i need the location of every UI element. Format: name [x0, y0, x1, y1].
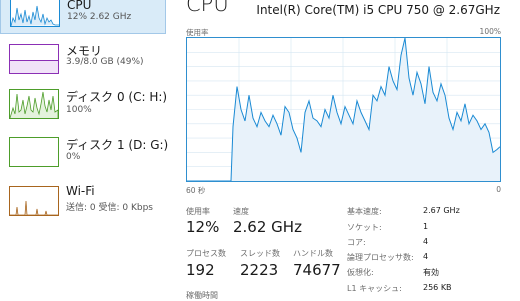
graph-bottom-left-label: 60 秒 — [186, 186, 206, 195]
cpu-usage-graph-svg — [187, 38, 500, 181]
page-title: CPU — [186, 0, 229, 16]
spec-cores-label: コア: — [347, 238, 366, 247]
uptime-label: 稼働時間 — [186, 291, 218, 300]
handle-count-label: ハンドル数 — [293, 249, 333, 258]
spec-l1-cache-label: L1 キャッシュ: — [347, 284, 402, 293]
sidebar: CPU 12% 2.62 GHz メモリ 3.9/8.0 GB (49%) ディ… — [0, 0, 169, 300]
wifi-thumbnail — [9, 186, 59, 216]
cpu-thumbnail-graph — [11, 5, 59, 26]
spec-logical-processors-label: 論理プロセッサ数: — [347, 253, 414, 262]
sidebar-item-disk0-sub: 100% — [66, 105, 92, 115]
spec-virtualization-label: 仮想化: — [347, 268, 374, 277]
spec-cores-value: 4 — [423, 237, 429, 246]
sidebar-item-cpu-sub: 12% 2.62 GHz — [67, 12, 132, 22]
sidebar-item-cpu-title: CPU — [67, 0, 92, 12]
sidebar-item-memory-sub: 3.9/8.0 GB (49%) — [66, 57, 144, 67]
graph-top-right-label: 100% — [479, 27, 501, 36]
usage-label: 使用率 — [186, 207, 210, 216]
disk0-thumbnail-graph — [10, 91, 58, 118]
spec-base-speed-label: 基本速度: — [347, 207, 382, 216]
spec-sockets-value: 1 — [423, 222, 429, 231]
spec-virtualization-value: 有効 — [423, 268, 439, 277]
sidebar-item-cpu[interactable]: CPU 12% 2.62 GHz — [0, 0, 166, 34]
cpu-thumbnail — [10, 0, 60, 27]
sidebar-item-disk0[interactable]: ディスク 0 (C: H:) 100% — [0, 84, 168, 132]
spec-sockets-label: ソケット: — [347, 223, 382, 232]
thread-count-value: 2223 — [240, 261, 279, 279]
memory-thumbnail-fill — [10, 60, 58, 73]
spec-l1-cache-value: 256 KB — [423, 283, 452, 292]
speed-label: 速度 — [233, 207, 249, 216]
speed-value: 2.62 GHz — [233, 218, 302, 236]
spec-base-speed-value: 2.67 GHz — [423, 206, 460, 215]
thread-count-label: スレッド数 — [240, 249, 280, 258]
sidebar-item-disk1-sub: 0% — [66, 152, 81, 162]
sidebar-item-disk0-title: ディスク 0 (C: H:) — [66, 90, 168, 104]
wifi-thumbnail-graph — [10, 200, 58, 215]
sidebar-item-disk1[interactable]: ディスク 1 (D: G:) 0% — [0, 132, 169, 180]
cpu-usage-graph — [186, 37, 501, 182]
sidebar-item-memory[interactable]: メモリ 3.9/8.0 GB (49%) — [0, 37, 166, 85]
sidebar-item-wifi-sub: 送信: 0 受信: 0 Kbps — [66, 203, 153, 213]
usage-value: 12% — [186, 218, 220, 236]
disk1-thumbnail — [9, 137, 59, 167]
sidebar-item-disk1-title: ディスク 1 (D: G:) — [66, 138, 169, 152]
spec-logical-processors-value: 4 — [423, 252, 429, 261]
process-count-value: 192 — [186, 261, 215, 279]
sidebar-item-wifi[interactable]: Wi-Fi 送信: 0 受信: 0 Kbps — [0, 180, 166, 228]
disk0-thumbnail — [9, 89, 59, 119]
memory-thumbnail — [9, 44, 59, 74]
graph-bottom-right-label: 0 — [496, 185, 501, 194]
process-count-label: プロセス数 — [186, 249, 226, 258]
handle-count-value: 74677 — [293, 261, 341, 279]
sidebar-item-wifi-title: Wi-Fi — [66, 184, 95, 198]
cpu-model-name: Intel(R) Core(TM) i5 CPU 750 @ 2.67GHz — [256, 3, 500, 17]
